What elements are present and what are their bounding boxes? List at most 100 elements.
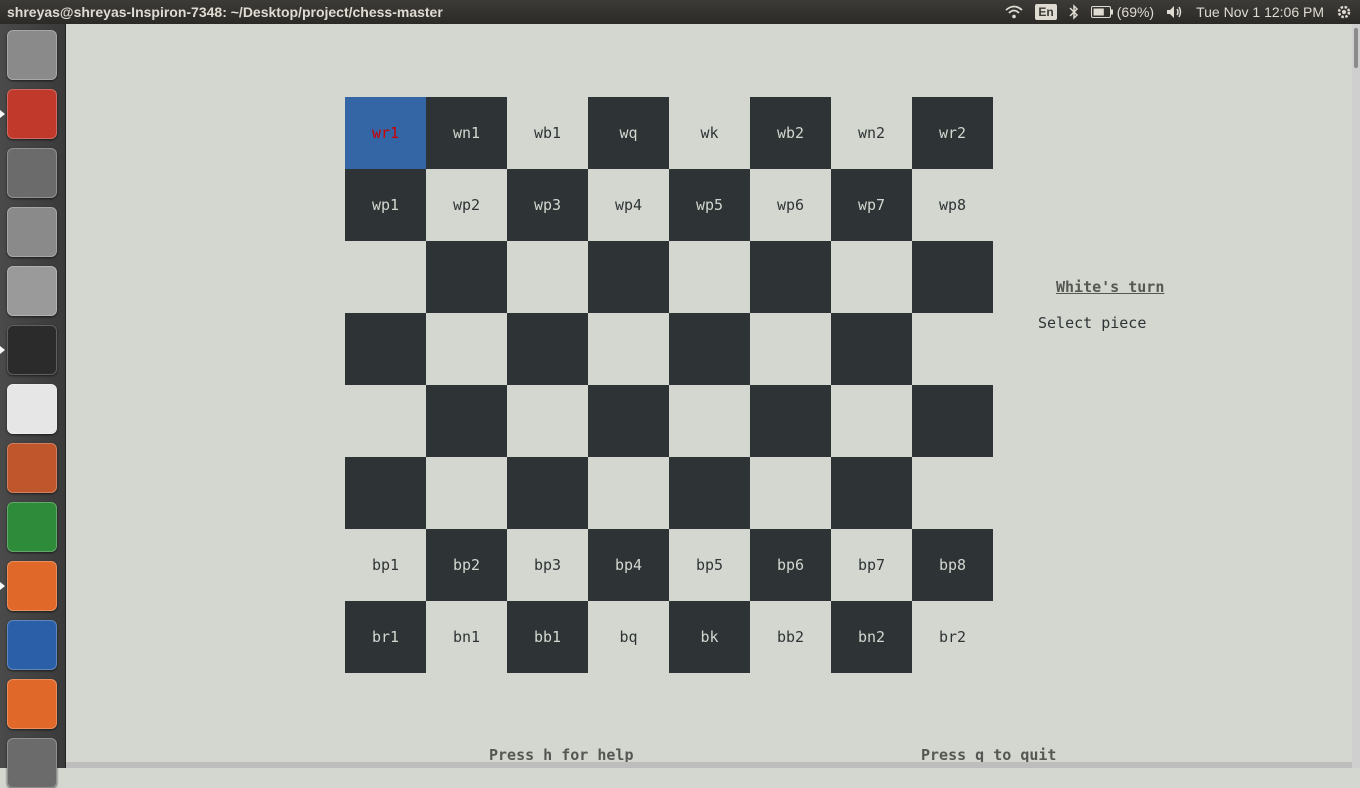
volume-icon[interactable]: [1166, 5, 1184, 19]
board-square[interactable]: [912, 241, 993, 313]
board-square[interactable]: [507, 241, 588, 313]
disk-icon[interactable]: [7, 266, 57, 316]
language-indicator[interactable]: En: [1035, 4, 1057, 20]
board-square-piece[interactable]: bp1: [345, 529, 426, 601]
piece-label: wp1: [371, 196, 400, 214]
scrollbar-thumb[interactable]: [1354, 28, 1358, 68]
board-square[interactable]: [831, 457, 912, 529]
board-square-piece[interactable]: wp2: [426, 169, 507, 241]
board-square-piece[interactable]: wn2: [831, 97, 912, 169]
piece-label: wp2: [452, 196, 481, 214]
board-square[interactable]: [507, 457, 588, 529]
top-panel: shreyas@shreyas-Inspiron-7348: ~/Desktop…: [0, 0, 1360, 24]
board-square[interactable]: [345, 241, 426, 313]
board-square[interactable]: [669, 385, 750, 457]
board-square-piece[interactable]: wb1: [507, 97, 588, 169]
ubuntu-dash-icon[interactable]: [7, 30, 57, 80]
board-square[interactable]: [588, 241, 669, 313]
board-square-piece[interactable]: wp3: [507, 169, 588, 241]
window-bottom-edge: [66, 762, 1352, 768]
piece-label: bp6: [776, 556, 805, 574]
board-square[interactable]: [345, 313, 426, 385]
board-square[interactable]: [588, 385, 669, 457]
board-square[interactable]: [588, 313, 669, 385]
board-square[interactable]: [750, 313, 831, 385]
piece-label: bp4: [614, 556, 643, 574]
image-viewer-icon[interactable]: [7, 207, 57, 257]
board-square-piece[interactable]: bp4: [588, 529, 669, 601]
board-square-piece[interactable]: wb2: [750, 97, 831, 169]
board-square-piece[interactable]: bp5: [669, 529, 750, 601]
board-square-piece[interactable]: wr1: [345, 97, 426, 169]
board-square-piece[interactable]: bb1: [507, 601, 588, 673]
clock[interactable]: Tue Nov 1 12:06 PM: [1196, 4, 1324, 20]
indicator-area: En (69%) Tue Nov 1 12:06 PM: [1005, 0, 1352, 24]
board-square-piece[interactable]: wr2: [912, 97, 993, 169]
board-square-piece[interactable]: wk: [669, 97, 750, 169]
piece-label: wp8: [938, 196, 967, 214]
scrollbar[interactable]: [1352, 24, 1360, 768]
board-square[interactable]: [345, 457, 426, 529]
board-square[interactable]: [588, 457, 669, 529]
board-square[interactable]: [750, 457, 831, 529]
board-square[interactable]: [669, 313, 750, 385]
system-settings-icon[interactable]: [7, 148, 57, 198]
calc-icon[interactable]: [7, 502, 57, 552]
wifi-icon[interactable]: [1005, 5, 1023, 19]
board-square[interactable]: [831, 385, 912, 457]
board-square[interactable]: [912, 313, 993, 385]
firefox-icon[interactable]: [7, 561, 57, 611]
board-square-piece[interactable]: br1: [345, 601, 426, 673]
impress-icon[interactable]: [7, 443, 57, 493]
amazon-icon[interactable]: [7, 384, 57, 434]
game-window: wr1 wn1 wb1 wq wk wb2 wn2 wr2 wp1 wp2 wp3 wp4 wp5 wp6…: [66, 24, 1352, 764]
piece-label: bb1: [533, 628, 562, 646]
board-square[interactable]: [345, 385, 426, 457]
running-app-indicator: [0, 110, 5, 118]
board-square[interactable]: [750, 241, 831, 313]
writer-icon[interactable]: [7, 620, 57, 670]
board-square-piece[interactable]: bp3: [507, 529, 588, 601]
terminal-icon[interactable]: [7, 325, 57, 375]
board-square-piece[interactable]: bk: [669, 601, 750, 673]
battery-indicator[interactable]: (69%): [1090, 4, 1155, 20]
board-square[interactable]: [831, 241, 912, 313]
board-square-piece[interactable]: bp6: [750, 529, 831, 601]
board-square[interactable]: [669, 241, 750, 313]
bluetooth-icon[interactable]: [1069, 4, 1079, 20]
files-icon[interactable]: [7, 89, 57, 139]
board-square[interactable]: [426, 313, 507, 385]
board-square[interactable]: [426, 241, 507, 313]
board-square-piece[interactable]: bp7: [831, 529, 912, 601]
board-square[interactable]: [426, 385, 507, 457]
board-square[interactable]: [912, 457, 993, 529]
board-square[interactable]: [507, 385, 588, 457]
board-square[interactable]: [669, 457, 750, 529]
board-square-piece[interactable]: bn1: [426, 601, 507, 673]
running-app-indicator: [0, 346, 5, 354]
gear-icon[interactable]: [1336, 4, 1352, 20]
piece-label: wp5: [695, 196, 724, 214]
board-square-piece[interactable]: br2: [912, 601, 993, 673]
board-square-piece[interactable]: bp8: [912, 529, 993, 601]
board-square[interactable]: [426, 457, 507, 529]
workspace-icon[interactable]: [7, 738, 57, 788]
board-square-piece[interactable]: bp2: [426, 529, 507, 601]
board-square-piece[interactable]: wp6: [750, 169, 831, 241]
board-square-piece[interactable]: wp5: [669, 169, 750, 241]
board-square[interactable]: [507, 313, 588, 385]
board-square[interactable]: [831, 313, 912, 385]
software-center-icon[interactable]: [7, 679, 57, 729]
board-square-piece[interactable]: bn2: [831, 601, 912, 673]
board-square-piece[interactable]: wq: [588, 97, 669, 169]
board-square[interactable]: [750, 385, 831, 457]
board-square-piece[interactable]: wp1: [345, 169, 426, 241]
board-square-piece[interactable]: bb2: [750, 601, 831, 673]
board-square-piece[interactable]: wp7: [831, 169, 912, 241]
board-square-piece[interactable]: wn1: [426, 97, 507, 169]
battery-percent: (69%): [1116, 4, 1155, 20]
board-square-piece[interactable]: wp4: [588, 169, 669, 241]
board-square-piece[interactable]: wp8: [912, 169, 993, 241]
board-square-piece[interactable]: bq: [588, 601, 669, 673]
board-square[interactable]: [912, 385, 993, 457]
